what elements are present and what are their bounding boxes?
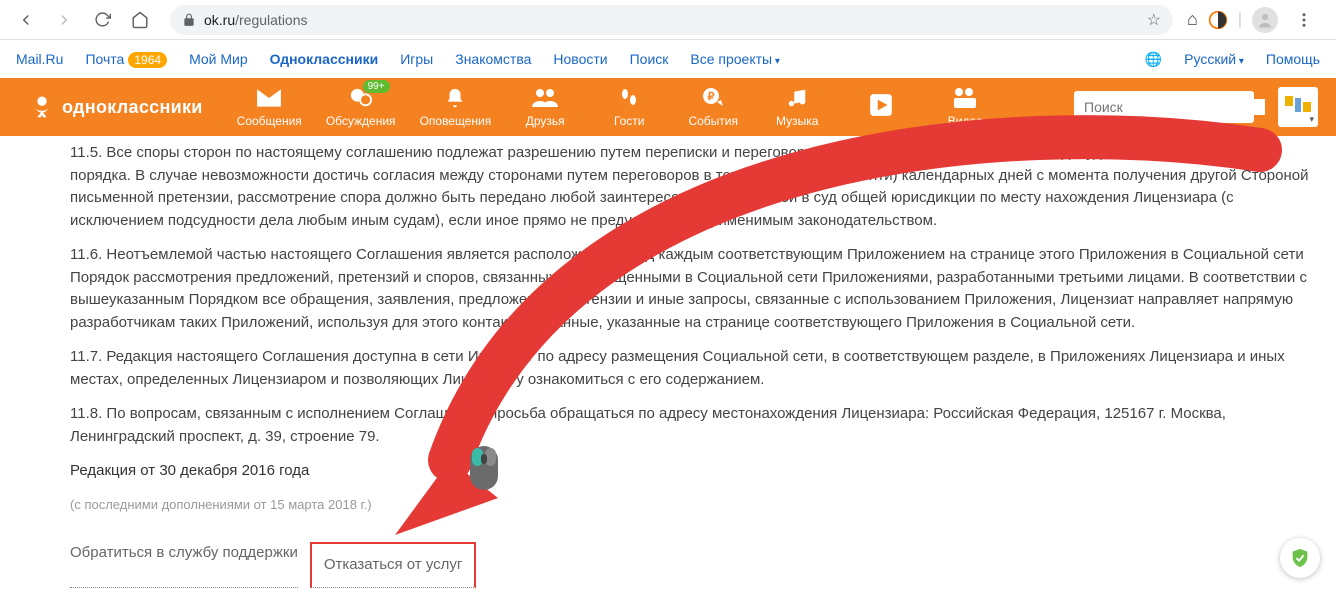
music-icon <box>786 86 808 110</box>
help-link[interactable]: Помощь <box>1266 51 1320 67</box>
nav-discussions[interactable]: 99+Обсуждения <box>326 86 396 128</box>
browser-toolbar: ok.ru/regulations ☆ ⌂ | <box>0 0 1336 40</box>
ruble-icon: ₽ <box>701 86 725 110</box>
home-button[interactable] <box>124 4 156 36</box>
security-shield-badge[interactable] <box>1280 538 1320 578</box>
site-logo-text: одноклассники <box>62 97 203 118</box>
topnav-moimir[interactable]: Мой Мир <box>189 51 248 67</box>
user-menu[interactable] <box>1278 87 1318 127</box>
site-navbar: одноклассники Сообщения 99+Обсуждения Оп… <box>0 78 1336 136</box>
mail-icon <box>256 88 282 108</box>
reload-button[interactable] <box>86 4 118 36</box>
topnav-mailru[interactable]: Mail.Ru <box>16 51 63 67</box>
ok-logo-icon <box>28 93 56 121</box>
user-avatar-thumb <box>1283 92 1313 122</box>
contact-support-link[interactable]: Обратиться в службу поддержки <box>70 542 298 588</box>
portal-topnav: Mail.Ru Почта1964 Мой Мир Одноклассники … <box>0 40 1336 78</box>
lock-icon <box>182 13 196 27</box>
friends-icon <box>531 87 559 109</box>
regulations-content: 11.5. Все споры сторон по настоящему сог… <box>0 142 1336 608</box>
globe-icon: 🌐 <box>1145 51 1162 68</box>
address-bar[interactable]: ok.ru/regulations ☆ <box>170 5 1173 35</box>
search-box[interactable] <box>1074 91 1254 123</box>
para-11-7: 11.7. Редакция настоящего Соглашения дос… <box>70 346 1312 391</box>
extension-swirl-icon[interactable] <box>1208 10 1228 30</box>
video-icon <box>951 87 979 109</box>
play-icon <box>868 92 894 118</box>
url-text: ok.ru/regulations <box>204 12 308 28</box>
nav-friends[interactable]: Друзья <box>515 86 575 128</box>
topnav-igry[interactable]: Игры <box>400 51 433 67</box>
topnav-poisk[interactable]: Поиск <box>630 51 669 67</box>
kebab-menu[interactable] <box>1288 4 1320 36</box>
site-logo[interactable]: одноклассники <box>28 93 203 121</box>
topnav-all-projects[interactable]: Все проекты <box>690 51 780 67</box>
nav-events[interactable]: ₽События <box>683 86 743 128</box>
search-input[interactable] <box>1084 99 1265 115</box>
topnav-novosti[interactable]: Новости <box>553 51 607 67</box>
topnav-znakomstva[interactable]: Знакомства <box>455 51 531 67</box>
refuse-services-link[interactable]: Отказаться от услуг <box>310 542 477 588</box>
bell-icon <box>444 86 466 110</box>
nav-notifications[interactable]: Оповещения <box>420 86 492 128</box>
para-11-6: 11.6. Неотъемлемой частью настоящего Сог… <box>70 244 1312 334</box>
profile-avatar[interactable] <box>1252 7 1278 33</box>
topnav-pochta[interactable]: Почта1964 <box>85 51 167 67</box>
discussions-badge: 99+ <box>363 80 390 93</box>
nav-play[interactable] <box>851 93 911 121</box>
mouse-cursor-graphic <box>468 444 500 492</box>
bookmark-star-icon[interactable]: ☆ <box>1147 10 1161 30</box>
revision-subnote: (с последними дополнениями от 15 марта 2… <box>70 495 1312 515</box>
shield-icon <box>1289 547 1311 569</box>
mail-count-badge: 1964 <box>128 52 167 68</box>
footsteps-icon <box>617 86 641 110</box>
nav-music[interactable]: Музыка <box>767 86 827 128</box>
nav-messages[interactable]: Сообщения <box>237 86 302 128</box>
topnav-odnoklassniki[interactable]: Одноклассники <box>270 51 379 67</box>
nav-guests[interactable]: Гости <box>599 86 659 128</box>
para-11-8: 11.8. По вопросам, связанным с исполнени… <box>70 403 1312 448</box>
back-button[interactable] <box>10 4 42 36</box>
nav-video[interactable]: Видео <box>935 86 995 128</box>
svg-text:₽: ₽ <box>708 91 715 103</box>
forward-button[interactable] <box>48 4 80 36</box>
para-11-5: 11.5. Все споры сторон по настоящему сог… <box>70 142 1312 232</box>
extension-house-icon[interactable]: ⌂ <box>1187 9 1198 30</box>
revision-date: Редакция от 30 декабря 2016 года <box>70 460 1312 483</box>
language-switch[interactable]: Русский <box>1184 51 1244 67</box>
